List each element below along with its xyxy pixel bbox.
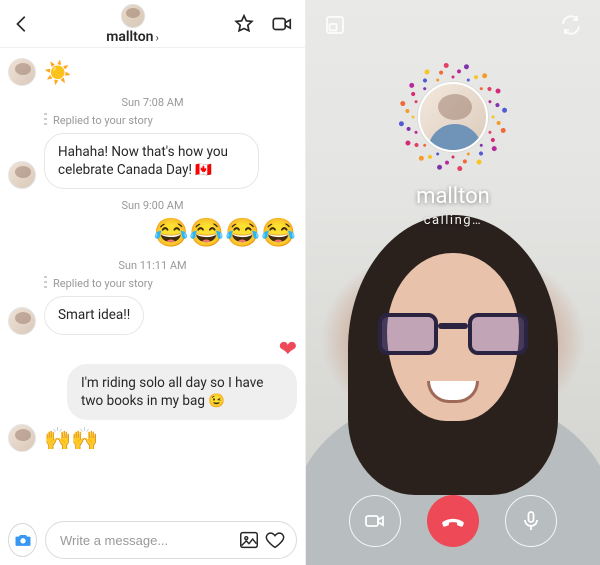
composer: [0, 515, 305, 565]
toggle-video-button[interactable]: [349, 495, 401, 547]
video-icon: [363, 509, 387, 533]
minimize-icon: [323, 13, 347, 37]
chat-header: mallton›: [0, 0, 305, 48]
app-root: mallton› ☀️ Sun 7:08 AM Replied to your …: [0, 0, 600, 565]
story-reply-group: Replied to your story: [44, 276, 297, 292]
star-icon: [233, 13, 255, 35]
call-pane: mallton calling…: [306, 0, 600, 565]
image-icon: [238, 529, 260, 551]
callee-block: mallton calling…: [306, 62, 600, 228]
chat-title-button[interactable]: mallton›: [34, 4, 231, 44]
header-avatar: [121, 4, 145, 28]
reply-note-text: Replied to your story: [53, 277, 153, 290]
microphone-icon: [519, 509, 543, 533]
back-button[interactable]: [10, 12, 34, 36]
phone-hangup-icon: [440, 508, 466, 534]
dm-pane: mallton› ☀️ Sun 7:08 AM Replied to your …: [0, 0, 306, 565]
reaction-row: ❤: [8, 337, 297, 362]
chat-body: ☀️ Sun 7:08 AM Replied to your story Hah…: [0, 48, 305, 515]
emoji-message[interactable]: 😂😂😂😂: [154, 216, 297, 249]
like-button[interactable]: [262, 527, 288, 553]
story-reply-group: Replied to your story: [44, 113, 297, 129]
call-top-controls: [306, 10, 600, 40]
call-status: calling…: [424, 213, 483, 228]
message-input[interactable]: [60, 533, 236, 548]
favorite-button[interactable]: [231, 11, 257, 37]
message-row: Hahaha! Now that's how you celebrate Can…: [8, 133, 297, 189]
reply-note-text: Replied to your story: [53, 114, 153, 127]
timestamp: Sun 9:00 AM: [8, 199, 297, 212]
flip-camera-icon: [559, 13, 583, 37]
switch-camera-button[interactable]: [556, 10, 586, 40]
heart-icon[interactable]: ❤: [279, 337, 297, 362]
call-bottom-controls: [306, 495, 600, 547]
chat-title: mallton›: [106, 30, 159, 44]
message-bubble[interactable]: Smart idea!!: [44, 296, 144, 334]
message-row: 😂😂😂😂: [8, 216, 297, 249]
message-bubble-outgoing[interactable]: I'm riding solo all day so I have two bo…: [67, 364, 297, 420]
message-row: Smart idea!!: [8, 296, 297, 334]
avatar: [8, 424, 36, 452]
reaction-row: 🙌🙌: [8, 424, 297, 452]
reply-note: Replied to your story: [44, 113, 297, 127]
header-actions: [231, 11, 295, 37]
reaction-row: ☀️: [8, 58, 297, 86]
message-input-pill[interactable]: [45, 521, 297, 559]
hangup-button[interactable]: [427, 495, 479, 547]
message-bubble[interactable]: Hahaha! Now that's how you celebrate Can…: [44, 133, 259, 189]
dots-icon: [44, 276, 47, 290]
video-call-button[interactable]: [269, 11, 295, 37]
gallery-button[interactable]: [236, 527, 262, 553]
avatar: [8, 58, 36, 86]
message-row: I'm riding solo all day so I have two bo…: [8, 364, 297, 420]
chevron-right-icon: ›: [155, 31, 158, 44]
contact-name: mallton: [106, 29, 153, 45]
reaction-emoji: ☀️: [44, 61, 71, 86]
camera-icon: [13, 530, 33, 550]
timestamp: Sun 11:11 AM: [8, 259, 297, 272]
heart-outline-icon: [264, 529, 286, 551]
avatar: [8, 161, 36, 189]
avatar: [8, 307, 36, 335]
reply-note: Replied to your story: [44, 276, 297, 290]
mute-button[interactable]: [505, 495, 557, 547]
camera-button[interactable]: [8, 523, 37, 557]
reaction-emoji: 🙌🙌: [44, 427, 99, 452]
calling-ring: [398, 62, 508, 172]
callee-avatar: [418, 82, 488, 152]
video-icon: [271, 13, 293, 35]
callee-name: mallton: [416, 184, 490, 209]
minimize-button[interactable]: [320, 10, 350, 40]
timestamp: Sun 7:08 AM: [8, 96, 297, 109]
dots-icon: [44, 113, 47, 127]
